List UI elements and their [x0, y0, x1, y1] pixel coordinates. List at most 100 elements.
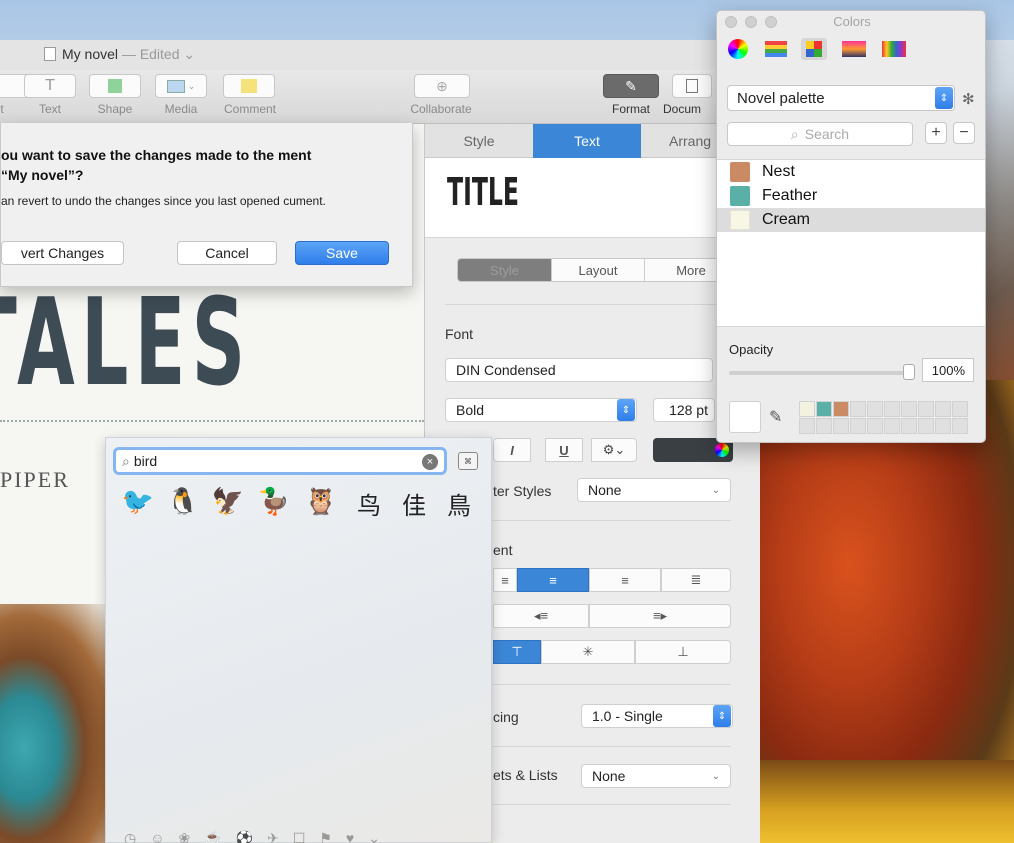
save-button[interactable]: Save: [295, 241, 389, 265]
colors-panel: Colors Novel palette ⇕ ✻ ⌕ Search + − Ne…: [716, 10, 986, 443]
toolbar-collaborate-button[interactable]: ⊕: [414, 74, 470, 98]
text-options-button[interactable]: ⚙⌄: [591, 438, 637, 462]
segment-layout[interactable]: Layout: [551, 259, 644, 281]
opacity-slider-knob[interactable]: [903, 364, 915, 380]
tab-text[interactable]: Text: [533, 124, 641, 158]
tab-style[interactable]: Style: [425, 124, 533, 158]
empty-swatch[interactable]: [833, 418, 849, 434]
toolbar-shape-button[interactable]: [89, 74, 141, 98]
emoji-penguin[interactable]: 🐧: [165, 486, 201, 517]
align-left-icon: ≡: [501, 572, 509, 588]
toolbar-collaborate-label: Collaborate: [410, 102, 472, 116]
document-icon: [686, 79, 698, 93]
font-size-value: 128 pt: [669, 402, 708, 418]
character-styles-label: ter Styles: [493, 483, 552, 499]
color-palettes-icon[interactable]: [801, 38, 827, 60]
line-spacing-select[interactable]: 1.0 - Single ⇕: [581, 704, 733, 728]
color-wheel-icon[interactable]: [725, 38, 751, 60]
empty-swatch[interactable]: [850, 418, 866, 434]
saved-swatch[interactable]: [833, 401, 849, 417]
toolbar-media-button[interactable]: ⌄: [155, 74, 207, 98]
segment-style[interactable]: Style: [458, 259, 551, 281]
saved-swatch[interactable]: [816, 401, 832, 417]
align-center-button[interactable]: ≡: [517, 568, 589, 592]
toolbar-format-button[interactable]: ✎: [603, 74, 659, 98]
emoji-owl[interactable]: 🦉: [303, 486, 339, 517]
color-sliders-icon[interactable]: [763, 38, 789, 60]
cancel-button[interactable]: Cancel: [177, 241, 277, 265]
empty-swatch[interactable]: [884, 418, 900, 434]
italic-button[interactable]: I: [493, 438, 531, 462]
clear-search-icon[interactable]: ×: [422, 454, 438, 470]
saved-swatches: [799, 401, 968, 435]
document-title[interactable]: My novel — Edited ⌄: [44, 46, 195, 63]
empty-swatch[interactable]: [952, 418, 968, 434]
align-right-icon: ≡: [621, 572, 629, 588]
palette-select[interactable]: Novel palette ⇕: [727, 85, 955, 111]
toolbar-comment-button[interactable]: [223, 74, 275, 98]
empty-swatch[interactable]: [935, 418, 951, 434]
current-color-well[interactable]: [729, 401, 761, 433]
font-style-select[interactable]: Bold ⇕: [445, 398, 637, 422]
remove-color-button[interactable]: −: [953, 122, 975, 144]
valign-middle-button[interactable]: ✳: [541, 640, 635, 664]
empty-swatch[interactable]: [935, 401, 951, 417]
color-row-feather[interactable]: Feather: [717, 184, 985, 208]
emoji-cjk-bird-traditional[interactable]: 鳥: [441, 486, 477, 521]
color-name: Cream: [762, 211, 811, 228]
chevron-updown-icon: ⇕: [617, 399, 635, 421]
empty-swatch[interactable]: [918, 418, 934, 434]
saved-swatch[interactable]: [799, 401, 815, 417]
increase-indent-button[interactable]: ≡▸: [589, 604, 731, 628]
empty-swatch[interactable]: [867, 418, 883, 434]
gear-icon[interactable]: ✻: [962, 90, 975, 108]
image-palettes-icon[interactable]: [841, 38, 867, 60]
emoji-bird[interactable]: 🐦: [120, 486, 156, 517]
emoji-eagle[interactable]: 🦅: [210, 486, 246, 517]
pencils-icon[interactable]: [881, 38, 907, 60]
font-family-select[interactable]: DIN Condensed: [445, 358, 713, 382]
gear-icon: ⚙⌄: [602, 442, 626, 457]
opacity-field[interactable]: 100%: [922, 358, 974, 382]
align-center-icon: ≡: [549, 572, 557, 588]
align-left-button[interactable]: ≡: [493, 568, 517, 592]
emoji-category-bar[interactable]: ◷☺❀☕⚽✈☐⚑♥⌄: [106, 830, 493, 843]
font-size-field[interactable]: 128 pt: [653, 398, 715, 422]
paragraph-style-preview[interactable]: TITLE: [425, 158, 751, 238]
emoji-cjk-bird[interactable]: 鸟: [351, 486, 387, 521]
toolbar-text-button[interactable]: T: [24, 74, 76, 98]
valign-top-button[interactable]: ⊤: [493, 640, 541, 664]
toolbar-format-label: Format: [611, 102, 650, 116]
align-right-button[interactable]: ≡: [589, 568, 661, 592]
character-styles-select[interactable]: None ⌄: [577, 478, 731, 502]
character-viewer-icon[interactable]: ⌘: [458, 452, 478, 470]
toolbar-document-button[interactable]: [672, 74, 712, 98]
color-row-nest[interactable]: Nest: [717, 160, 985, 184]
decrease-indent-button[interactable]: ◂≡: [493, 604, 589, 628]
revert-changes-button[interactable]: vert Changes: [1, 241, 124, 265]
color-row-cream[interactable]: Cream: [717, 208, 985, 232]
document-subtitle: PIPER: [0, 467, 70, 492]
align-justify-button[interactable]: ≣: [661, 568, 731, 592]
underline-label: U: [559, 442, 569, 458]
emoji-cjk-good[interactable]: 佳: [396, 486, 432, 521]
empty-swatch[interactable]: [816, 418, 832, 434]
underline-button[interactable]: U: [545, 438, 583, 462]
bullets-lists-select[interactable]: None ⌄: [581, 764, 731, 788]
empty-swatch[interactable]: [918, 401, 934, 417]
color-search-field[interactable]: ⌕ Search: [727, 122, 913, 146]
empty-swatch[interactable]: [901, 401, 917, 417]
empty-swatch[interactable]: [799, 418, 815, 434]
empty-swatch[interactable]: [867, 401, 883, 417]
eyedropper-icon[interactable]: ✎: [769, 407, 782, 427]
emoji-duck[interactable]: 🦆: [256, 486, 292, 517]
emoji-search-field[interactable]: ⌕ bird ×: [113, 447, 447, 475]
alignment-label: ent: [493, 542, 513, 558]
opacity-slider[interactable]: [729, 371, 913, 375]
empty-swatch[interactable]: [884, 401, 900, 417]
add-color-button[interactable]: +: [925, 122, 947, 144]
valign-bottom-button[interactable]: ⊥: [635, 640, 731, 664]
empty-swatch[interactable]: [901, 418, 917, 434]
empty-swatch[interactable]: [952, 401, 968, 417]
empty-swatch[interactable]: [850, 401, 866, 417]
